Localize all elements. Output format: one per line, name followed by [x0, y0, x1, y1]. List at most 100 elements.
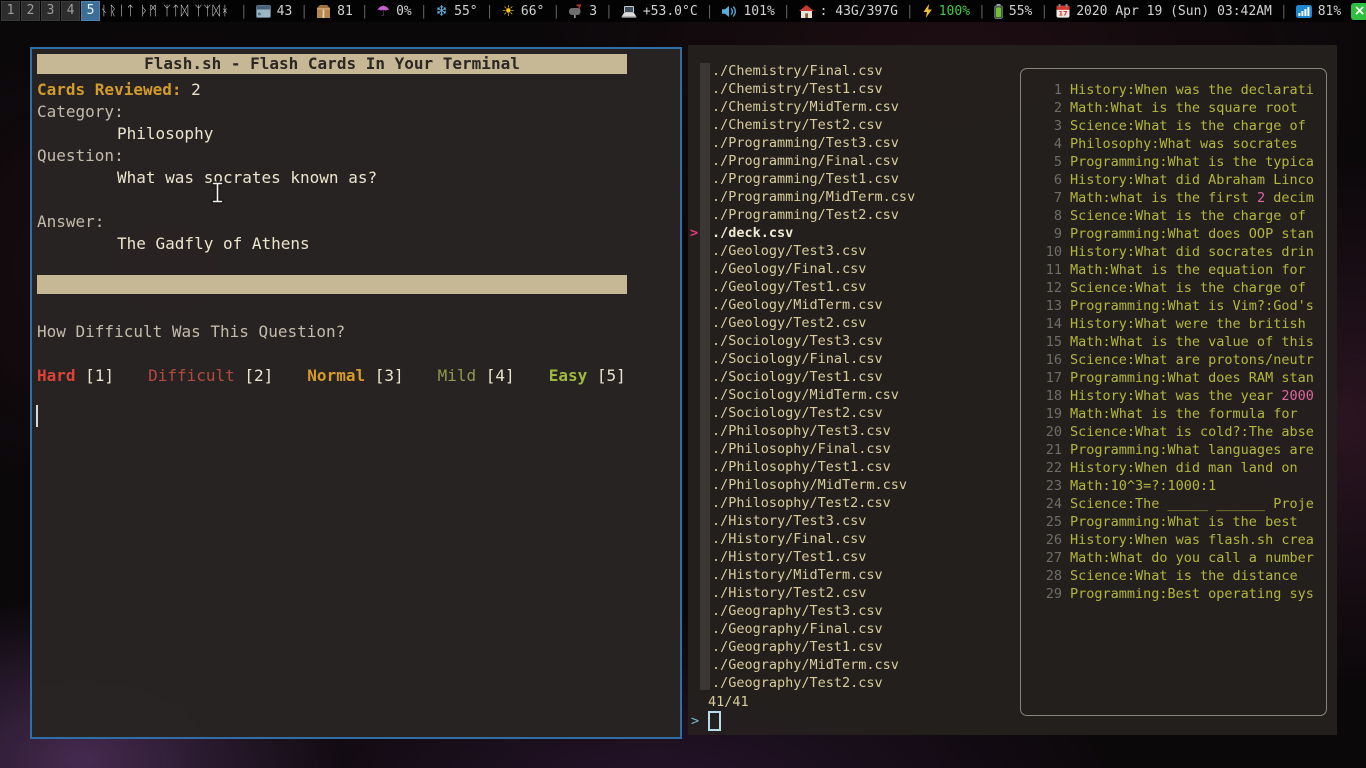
- line-number: 23: [1038, 477, 1062, 495]
- status-separator: |: [300, 4, 308, 19]
- line-text: Math:What is the formula for: [1070, 405, 1298, 423]
- file-list-item[interactable]: ./Chemistry/Test1.csv: [690, 80, 1010, 98]
- difficulty-option-normal[interactable]: Normal [3]: [307, 365, 403, 387]
- file-list-item[interactable]: ./Geology/MidTerm.csv: [690, 296, 1010, 314]
- svg-text:17: 17: [1059, 10, 1068, 18]
- selection-pointer: [690, 458, 712, 476]
- file-list-item[interactable]: ./Philosophy/Final.csv: [690, 440, 1010, 458]
- file-name: ./Sociology/Test2.csv: [712, 404, 883, 422]
- file-list-item[interactable]: ./History/Test2.csv: [690, 584, 1010, 602]
- workspace-button-3[interactable]: 3: [41, 1, 60, 21]
- line-number: 8: [1038, 207, 1062, 225]
- difficulty-label: Difficult: [148, 366, 235, 385]
- file-list-item[interactable]: ./Sociology/Final.csv: [690, 350, 1010, 368]
- file-list-item[interactable]: ./Programming/Test1.csv: [690, 170, 1010, 188]
- difficulty-option-mild[interactable]: Mild [4]: [438, 365, 515, 387]
- file-list-item[interactable]: ./Philosophy/MidTerm.csv: [690, 476, 1010, 494]
- file-list-item[interactable]: ./Philosophy/Test1.csv: [690, 458, 1010, 476]
- file-list-item[interactable]: ./History/MidTerm.csv: [690, 566, 1010, 584]
- file-list-item[interactable]: ./Sociology/MidTerm.csv: [690, 386, 1010, 404]
- preview-line: 13Programming:What is Vim?:God's: [1038, 297, 1326, 315]
- status-separator: |: [706, 4, 714, 19]
- file-list-item[interactable]: ./Sociology/Test2.csv: [690, 404, 1010, 422]
- prompt-symbol: >: [691, 712, 699, 730]
- file-list-item[interactable]: ./Geology/Test2.csv: [690, 314, 1010, 332]
- difficulty-option-easy[interactable]: Easy [5]: [549, 365, 626, 387]
- file-list-item[interactable]: ./Geography/Final.csv: [690, 620, 1010, 638]
- workspace-button-1[interactable]: 1: [1, 1, 20, 21]
- file-list-item[interactable]: ./Chemistry/Final.csv: [690, 62, 1010, 80]
- file-name: ./Sociology/Test1.csv: [712, 368, 883, 386]
- file-list-item[interactable]: ./Geography/Test1.csv: [690, 638, 1010, 656]
- file-list-item[interactable]: ./Geology/Test3.csv: [690, 242, 1010, 260]
- file-list-item[interactable]: ./Philosophy/Test2.csv: [690, 494, 1010, 512]
- preview-line: 23Math:10^3=?:1000:1: [1038, 477, 1326, 495]
- file-list-item[interactable]: ./Geology/Final.csv: [690, 260, 1010, 278]
- selection-pointer: [690, 674, 712, 692]
- selection-pointer: [690, 566, 712, 584]
- selection-pointer: [690, 152, 712, 170]
- cards-reviewed-value: 2: [182, 80, 201, 99]
- file-list-item[interactable]: >./deck.csv: [690, 224, 1010, 242]
- selection-pointer: [690, 116, 712, 134]
- difficulty-label: Hard: [37, 366, 76, 385]
- status-item: ❄55°: [436, 4, 478, 19]
- file-list-item[interactable]: ./Sociology/Test3.csv: [690, 332, 1010, 350]
- file-list-item[interactable]: ./History/Final.csv: [690, 530, 1010, 548]
- ibeam-mouse-cursor: [211, 181, 224, 208]
- preview-line: 29Programming:Best operating sys: [1038, 585, 1326, 603]
- sun-icon: ☀: [501, 4, 514, 18]
- file-list-item[interactable]: ./Geology/Test1.csv: [690, 278, 1010, 296]
- file-list: ./Chemistry/Final.csv ./Chemistry/Test1.…: [690, 62, 1010, 692]
- file-name: ./Geology/Test1.csv: [712, 278, 866, 296]
- file-list-item[interactable]: ./Philosophy/Test3.csv: [690, 422, 1010, 440]
- preview-line: 14History:What were the british: [1038, 315, 1326, 333]
- selection-pointer: [690, 548, 712, 566]
- file-name: ./Geography/Final.csv: [712, 620, 883, 638]
- file-list-item[interactable]: ./Geography/MidTerm.csv: [690, 656, 1010, 674]
- workspace-button-5[interactable]: 5: [81, 1, 100, 21]
- file-list-item[interactable]: ./Programming/Test2.csv: [690, 206, 1010, 224]
- status-separator: |: [240, 4, 248, 19]
- file-list-item[interactable]: ./Chemistry/Test2.csv: [690, 116, 1010, 134]
- preview-line: 10History:What did socrates drin: [1038, 243, 1326, 261]
- status-separator: |: [486, 4, 494, 19]
- line-number: 12: [1038, 279, 1062, 297]
- file-list-item[interactable]: ./Programming/Final.csv: [690, 152, 1010, 170]
- difficulty-option-difficult[interactable]: Difficult [2]: [148, 365, 273, 387]
- file-list-item[interactable]: ./Geography/Test3.csv: [690, 602, 1010, 620]
- file-list-item[interactable]: ./Chemistry/MidTerm.csv: [690, 98, 1010, 116]
- file-list-item[interactable]: ./History/Test1.csv: [690, 548, 1010, 566]
- selection-pointer: [690, 98, 712, 116]
- preview-line: 5Programming:What is the typica: [1038, 153, 1326, 171]
- file-name: ./Philosophy/MidTerm.csv: [712, 476, 907, 494]
- workspace-button-4[interactable]: 4: [61, 1, 80, 21]
- status-item: 172020 Apr 19 (Sun) 03:42AM: [1056, 4, 1272, 19]
- preview-line: 15Math:What is the value of this: [1038, 333, 1326, 351]
- file-list-item[interactable]: ./Programming/MidTerm.csv: [690, 188, 1010, 206]
- file-name: ./Geography/Test1.csv: [712, 638, 883, 656]
- line-number: 16: [1038, 351, 1062, 369]
- status-item-value: 0%: [396, 4, 412, 19]
- question-label: Question:: [37, 145, 124, 167]
- line-number: 10: [1038, 243, 1062, 261]
- difficulty-prompt: How Difficult Was This Question?: [37, 321, 345, 343]
- status-item: 43: [256, 4, 293, 19]
- line-text: Programming:What is the best: [1070, 513, 1298, 531]
- file-list-item[interactable]: ./Geography/Test2.csv: [690, 674, 1010, 692]
- file-name: ./Geology/MidTerm.csv: [712, 296, 883, 314]
- file-list-item[interactable]: ./History/Test3.csv: [690, 512, 1010, 530]
- line-number: 27: [1038, 549, 1062, 567]
- line-number: 6: [1038, 171, 1062, 189]
- status-item: 100%: [922, 4, 970, 19]
- window-updates-icon: [256, 5, 271, 18]
- workspace-button-2[interactable]: 2: [21, 1, 40, 21]
- file-list-item[interactable]: ./Programming/Test3.csv: [690, 134, 1010, 152]
- file-list-item[interactable]: ./Sociology/Test1.csv: [690, 368, 1010, 386]
- fzf-prompt-row[interactable]: >: [691, 711, 721, 731]
- close-icon[interactable]: ×: [1351, 3, 1366, 20]
- selection-pointer: [690, 296, 712, 314]
- status-separator: |: [783, 4, 791, 19]
- line-text: Programming:What is Vim?:God's: [1070, 297, 1314, 315]
- difficulty-option-hard[interactable]: Hard [1]: [37, 365, 114, 387]
